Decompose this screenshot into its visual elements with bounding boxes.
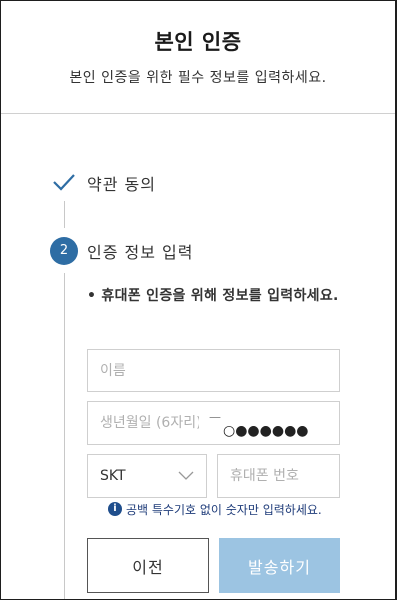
step-connector-2	[64, 273, 65, 599]
dialog-header: 본인 인증 본인 인증을 위한 필수 정보를 입력하세요.	[1, 1, 395, 114]
phone-number-input[interactable]	[217, 454, 340, 498]
prev-button[interactable]: 이전	[87, 538, 209, 593]
step-connector	[64, 201, 65, 228]
name-input[interactable]	[87, 349, 340, 392]
phone-input-hint: 공백 특수기호 없이 숫자만 입력하세요.	[126, 503, 322, 517]
carrier-select[interactable]: SKT	[87, 454, 207, 498]
step-info-label: 인증 정보 입력	[87, 243, 194, 262]
birthdate-separator: —	[209, 410, 221, 424]
check-icon	[53, 174, 75, 191]
page-title: 본인 인증	[154, 30, 242, 54]
step-terms-label: 약관 동의	[87, 175, 156, 194]
send-button[interactable]: 발송하기	[219, 538, 340, 593]
auth-dialog: 본인 인증 본인 인증을 위한 필수 정보를 입력하세요. 약관 동의 2 인증…	[0, 0, 397, 600]
page-subtitle: 본인 인증을 위한 필수 정보를 입력하세요.	[69, 70, 327, 86]
carrier-selected-value: SKT	[100, 468, 126, 484]
masked-id-digits: ○●●●●●●	[223, 423, 309, 439]
chevron-down-icon	[178, 471, 194, 480]
info-icon: i	[108, 502, 122, 516]
form-instruction: • 휴대폰 인증을 위해 정보를 입력하세요.	[87, 288, 339, 304]
step-number-badge: 2	[50, 237, 78, 265]
